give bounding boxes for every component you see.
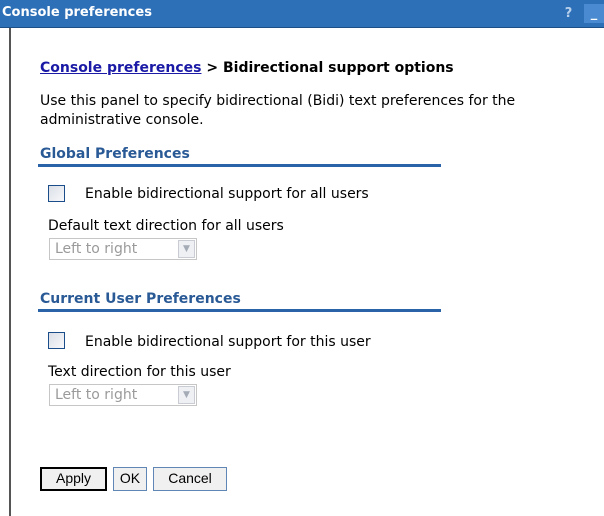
- ok-button[interactable]: OK: [113, 467, 147, 491]
- breadcrumb-separator: >: [201, 60, 223, 76]
- chevron-down-icon[interactable]: ▼: [178, 240, 195, 258]
- window-titlebar: Console preferences ? _: [0, 0, 604, 28]
- left-border: [9, 28, 11, 516]
- default-direction-label: Default text direction for all users: [48, 218, 284, 234]
- enable-bidi-all-users-checkbox[interactable]: [48, 185, 65, 202]
- section-title-current-user: Current User Preferences: [40, 291, 241, 307]
- help-icon[interactable]: ?: [560, 4, 577, 23]
- intro-text: Use this panel to specify bidirectional …: [40, 93, 516, 128]
- breadcrumb-link-console-preferences[interactable]: Console preferences: [40, 60, 201, 76]
- window-title: Console preferences: [2, 5, 152, 20]
- apply-button[interactable]: Apply: [40, 467, 107, 491]
- user-direction-label: Text direction for this user: [48, 364, 231, 380]
- section-divider-global: [38, 164, 441, 167]
- breadcrumb: Console preferences > Bidirectional supp…: [40, 60, 454, 76]
- default-direction-select[interactable]: Left to right ▼: [49, 238, 197, 260]
- breadcrumb-current: Bidirectional support options: [222, 60, 454, 76]
- enable-bidi-this-user-label: Enable bidirectional support for this us…: [85, 334, 371, 350]
- section-title-global: Global Preferences: [40, 146, 190, 162]
- chevron-down-icon[interactable]: ▼: [178, 386, 195, 404]
- user-direction-select[interactable]: Left to right ▼: [49, 384, 197, 406]
- default-direction-value: Left to right: [55, 241, 138, 257]
- enable-bidi-all-users-label: Enable bidirectional support for all use…: [85, 186, 369, 202]
- user-direction-value: Left to right: [55, 387, 138, 403]
- cancel-button[interactable]: Cancel: [153, 467, 227, 491]
- section-divider-current-user: [38, 309, 441, 312]
- enable-bidi-this-user-checkbox[interactable]: [48, 332, 65, 349]
- minimize-icon[interactable]: _: [584, 4, 604, 23]
